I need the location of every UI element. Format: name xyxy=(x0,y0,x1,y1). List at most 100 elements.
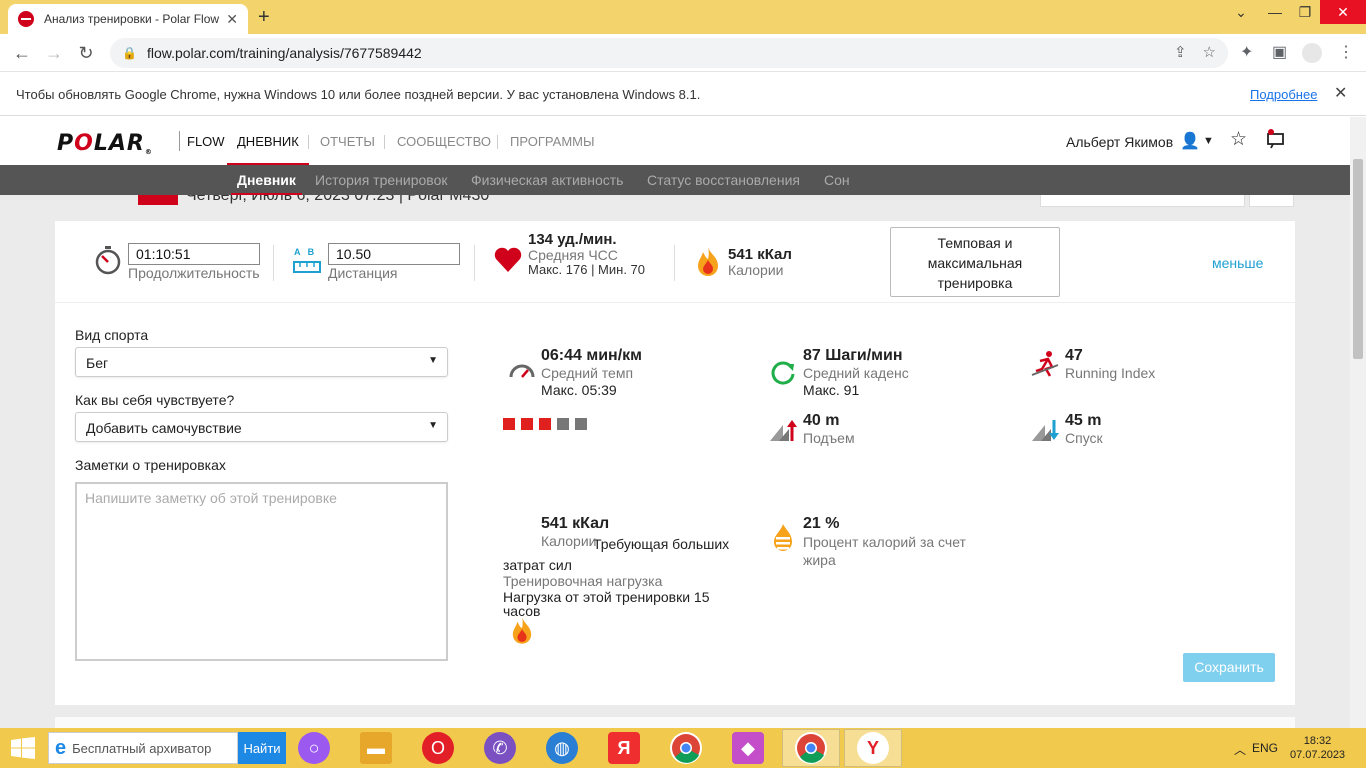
header-action-box[interactable] xyxy=(1249,195,1294,207)
cadence-icon xyxy=(771,361,795,385)
gem-app-icon[interactable]: ◆ xyxy=(732,732,764,764)
chrome-profile-icon[interactable] xyxy=(795,732,827,764)
lock-icon: 🔒 xyxy=(122,46,137,60)
subnav-recovery[interactable]: Статус восстановления xyxy=(647,172,800,188)
distance-input[interactable]: 10.50 xyxy=(328,243,460,265)
less-link[interactable]: меньше xyxy=(1212,255,1263,271)
nav-reports[interactable]: ОТЧЕТЫ xyxy=(320,134,375,149)
feeling-select[interactable]: Добавить самочувствие ▼ xyxy=(75,412,448,442)
flame-icon xyxy=(698,247,718,276)
load-square xyxy=(503,418,515,430)
session-date: Четверг, Июль 6, 2023 07:23 | Polar M430 xyxy=(186,195,490,204)
cadence-max: Макс. 91 xyxy=(803,382,860,398)
forward-icon[interactable]: → xyxy=(42,41,66,65)
infobar-close-icon[interactable]: ✕ xyxy=(1334,83,1347,103)
infobar-more-link[interactable]: Подробнее xyxy=(1250,87,1317,102)
subnav-diary[interactable]: Дневник xyxy=(231,172,302,195)
nav-divider xyxy=(384,135,385,149)
load-square xyxy=(521,418,533,430)
summary-row: 01:10:51 Продолжительность A B 10.50 Дис… xyxy=(55,221,1295,303)
input-language[interactable]: ENG xyxy=(1252,741,1278,755)
sport-value: Бег xyxy=(86,355,109,371)
subnav-activity[interactable]: Физическая активность xyxy=(471,172,623,188)
notes-textarea[interactable]: Напишите заметку об этой тренировке xyxy=(75,482,448,661)
subnav-training-history[interactable]: История тренировок xyxy=(315,172,447,188)
search-text: Бесплатный архиватор xyxy=(72,740,212,756)
speedometer-icon xyxy=(509,364,535,378)
training-benefit-button[interactable]: Темповая и максимальная тренировка xyxy=(890,227,1060,297)
running-index-icon xyxy=(1031,351,1059,377)
address-bar[interactable]: 🔒 flow.polar.com/training/analysis/76775… xyxy=(110,38,1228,68)
find-button[interactable]: Найти xyxy=(238,732,286,764)
nav-community[interactable]: СООБЩЕСТВО xyxy=(397,134,491,149)
divider xyxy=(474,245,475,281)
taskbar-search[interactable]: e Бесплатный архиватор xyxy=(48,732,238,764)
alice-icon[interactable]: ○ xyxy=(298,732,330,764)
feeling-value: Добавить самочувствие xyxy=(86,420,242,436)
new-tab-icon[interactable]: + xyxy=(258,6,270,29)
viber-icon[interactable]: ✆ xyxy=(484,732,516,764)
ascent-label: Подъем xyxy=(803,430,855,446)
user-icon[interactable]: 👤 xyxy=(1180,131,1200,151)
windows-start-icon[interactable] xyxy=(10,737,36,759)
taskbar-clock[interactable]: 18:32 07.07.2023 xyxy=(1290,734,1345,762)
tab-close-icon[interactable]: ✕ xyxy=(226,11,238,28)
opera-icon[interactable]: O xyxy=(422,732,454,764)
nav-divider xyxy=(308,135,309,149)
yandex-browser-icon[interactable]: Y xyxy=(857,732,889,764)
distance-ruler-icon xyxy=(293,261,321,273)
user-menu-caret-icon[interactable]: ▼ xyxy=(1203,135,1214,147)
load-square xyxy=(575,418,587,430)
file-explorer-icon[interactable]: ▬ xyxy=(360,732,392,764)
sport-label: Вид спорта xyxy=(75,327,149,343)
sync-device-icon[interactable] xyxy=(1266,129,1286,154)
load-recovery: Нагрузка от этой тренировки 15 часов xyxy=(503,589,710,619)
chrome-icon[interactable] xyxy=(670,732,702,764)
windows-taskbar: e Бесплатный архиватор Найти ○ ▬ O ✆ ◍ Я… xyxy=(0,728,1366,768)
scrollbar-thumb[interactable] xyxy=(1353,159,1363,359)
browser-tab[interactable]: Анализ тренировки - Polar Flow ✕ xyxy=(8,4,248,34)
cadence-label: Средний каденс xyxy=(803,365,909,381)
tray-expand-icon[interactable]: ︿ xyxy=(1234,741,1246,758)
restore-icon[interactable]: ❐ xyxy=(1292,0,1318,24)
fat-burn-icon xyxy=(774,524,792,551)
polar-top-nav: POLAR® FLOW ДНЕВНИК ОТЧЕТЫ СООБЩЕСТВО ПР… xyxy=(0,117,1350,166)
profile-avatar[interactable] xyxy=(1302,43,1322,63)
sport-select[interactable]: Бег ▼ xyxy=(75,347,448,377)
browser-globe-icon[interactable]: ◍ xyxy=(546,732,578,764)
ascent-value: 40 m xyxy=(803,412,840,429)
page-scrollbar[interactable] xyxy=(1350,117,1366,728)
nav-programs[interactable]: ПРОГРАММЫ xyxy=(510,134,595,149)
nav-diary[interactable]: ДНЕВНИК xyxy=(227,134,309,166)
clock-date: 07.07.2023 xyxy=(1290,749,1346,761)
window-close-icon[interactable]: ✕ xyxy=(1320,0,1366,24)
side-panel-icon[interactable]: ▣ xyxy=(1272,42,1287,62)
save-button[interactable]: Сохранить xyxy=(1183,653,1275,682)
subnav-sleep[interactable]: Сон xyxy=(824,172,850,188)
bookmark-star-icon[interactable]: ☆ xyxy=(1203,43,1216,61)
tab-search-icon[interactable]: ⌄ xyxy=(1228,0,1254,24)
header-action-box[interactable] xyxy=(1040,195,1245,207)
back-icon[interactable]: ← xyxy=(10,41,34,65)
reload-icon[interactable]: ↻ xyxy=(74,41,98,65)
tab-strip: Анализ тренировки - Polar Flow ✕ + ⌄ — ❐… xyxy=(0,0,1366,34)
sport-badge xyxy=(138,195,178,205)
minimize-icon[interactable]: — xyxy=(1262,0,1288,24)
extensions-icon[interactable]: ✦ xyxy=(1240,42,1253,62)
polar-sub-nav: Дневник История тренировок Физическая ак… xyxy=(0,165,1350,195)
chevron-down-icon: ▼ xyxy=(428,355,438,366)
yandex-icon[interactable]: Я xyxy=(608,732,640,764)
polar-logo[interactable]: POLAR® xyxy=(57,131,153,156)
fat-percent-value: 21 % xyxy=(803,515,840,532)
duration-input[interactable]: 01:10:51 xyxy=(128,243,260,265)
ascent-icon xyxy=(770,420,797,441)
flow-label: FLOW xyxy=(187,134,225,149)
tab-title: Анализ тренировки - Polar Flow xyxy=(44,12,220,26)
load-label: Тренировочная нагрузка xyxy=(503,573,663,589)
favorites-star-icon[interactable]: ☆ xyxy=(1230,128,1247,151)
chevron-down-icon: ▼ xyxy=(428,420,438,431)
share-icon[interactable]: ⇪ xyxy=(1174,43,1187,61)
url-text: flow.polar.com/training/analysis/7677589… xyxy=(146,45,422,61)
user-name[interactable]: Альберт Якимов xyxy=(1066,134,1173,150)
menu-kebab-icon[interactable]: ⋮ xyxy=(1338,42,1354,62)
